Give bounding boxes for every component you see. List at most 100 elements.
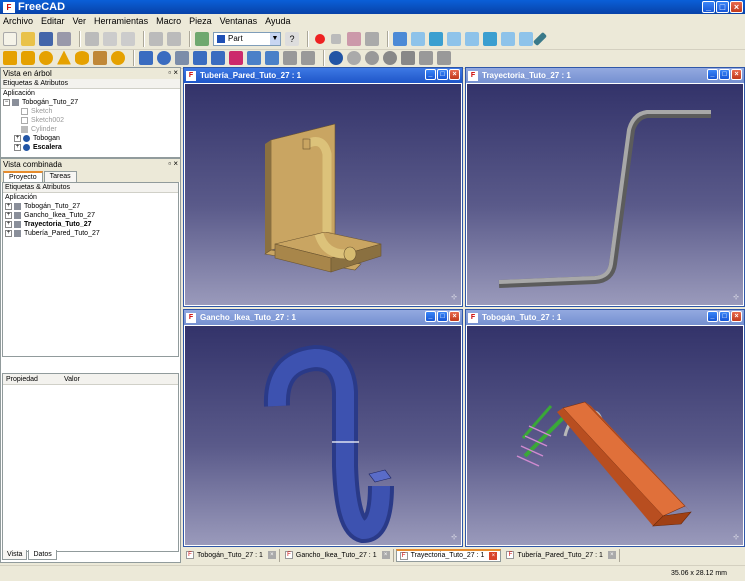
common-icon[interactable] — [383, 50, 397, 65]
3d-viewport[interactable]: ⊹ — [467, 84, 743, 305]
view-left-icon[interactable] — [519, 31, 533, 46]
minimize-button[interactable]: _ — [707, 69, 718, 80]
sweep-icon[interactable] — [265, 50, 279, 65]
maximize-button[interactable]: □ — [719, 69, 730, 80]
close-button[interactable]: × — [730, 1, 743, 13]
close-button[interactable]: × — [449, 69, 460, 80]
expand-icon[interactable]: + — [5, 212, 12, 219]
run-macro-icon[interactable] — [365, 31, 379, 46]
torus-icon[interactable] — [75, 50, 89, 65]
doc-tab-tuberia[interactable]: F Tubería_Pared_Tuto_27 : 1 × — [503, 548, 620, 562]
thickness-icon[interactable] — [301, 50, 315, 65]
expand-icon[interactable]: + — [14, 144, 21, 151]
maximize-button[interactable]: □ — [719, 311, 730, 322]
tree-doc-item[interactable]: − Tobogán_Tuto_27 — [3, 98, 180, 107]
loft-icon[interactable] — [247, 50, 261, 65]
close-button[interactable]: × — [731, 311, 742, 322]
measure-icon[interactable] — [532, 31, 548, 46]
close-button[interactable]: × — [731, 69, 742, 80]
whats-this-icon[interactable]: ? — [285, 31, 299, 46]
offset-icon[interactable] — [283, 50, 297, 65]
copy-icon[interactable] — [103, 31, 117, 46]
open-folder-icon[interactable] — [21, 31, 35, 46]
menu-ver[interactable]: Ver — [73, 16, 87, 26]
close-icon[interactable]: × — [267, 551, 276, 559]
dock-buttons[interactable]: ▫ × — [168, 68, 178, 77]
menu-ventanas[interactable]: Ventanas — [220, 16, 258, 26]
project-doc-item[interactable]: + Trayectoria_Tuto_27 — [5, 220, 178, 229]
tab-vista[interactable]: Vista — [2, 550, 28, 560]
save-icon[interactable] — [39, 31, 53, 46]
section-icon[interactable] — [401, 50, 415, 65]
cross-section-icon[interactable] — [229, 50, 243, 65]
menu-archivo[interactable]: Archivo — [3, 16, 33, 26]
view-top-icon[interactable] — [447, 31, 461, 46]
tree-item-sketch002[interactable]: Sketch002 — [3, 116, 180, 125]
menu-ayuda[interactable]: Ayuda — [265, 16, 290, 26]
revolve-icon[interactable] — [157, 50, 171, 65]
cut-boolean-icon[interactable] — [347, 50, 361, 65]
extrude-icon[interactable] — [139, 50, 153, 65]
splitter[interactable] — [1, 357, 180, 373]
project-doc-item[interactable]: + Gancho_Ikea_Tuto_27 — [5, 211, 178, 220]
fit-all-icon[interactable] — [393, 31, 407, 46]
menu-editar[interactable]: Editar — [41, 16, 65, 26]
fillet-icon[interactable] — [193, 50, 207, 65]
tree-item-cylinder[interactable]: Cylinder — [3, 125, 180, 134]
menu-herramientas[interactable]: Herramientas — [94, 16, 148, 26]
project-doc-item[interactable]: + Tobogán_Tuto_27 — [5, 202, 178, 211]
tab-datos[interactable]: Datos — [28, 550, 57, 560]
tab-proyecto[interactable]: Proyecto — [3, 171, 43, 182]
view-right-icon[interactable] — [465, 31, 479, 46]
refresh-icon[interactable] — [195, 31, 209, 46]
minimize-button[interactable]: _ — [425, 311, 436, 322]
tree-item-tobogan[interactable]: + Tobogan — [3, 134, 180, 143]
expand-icon[interactable]: + — [5, 221, 12, 228]
minimize-button[interactable]: _ — [425, 69, 436, 80]
dock-buttons[interactable]: ▫ × — [168, 159, 178, 168]
sphere-icon[interactable] — [39, 50, 53, 65]
box-icon[interactable] — [3, 50, 17, 65]
minimize-button[interactable]: _ — [707, 311, 718, 322]
3d-viewport[interactable]: ⊹ — [185, 84, 461, 305]
tree-item-escalera[interactable]: + Escalera — [3, 143, 180, 152]
fuse-icon[interactable] — [365, 50, 379, 65]
doc-tab-tobogan[interactable]: F Tobogán_Tuto_27 : 1 × — [183, 548, 280, 562]
stop-macro-icon[interactable] — [331, 33, 341, 44]
view-rear-icon[interactable] — [483, 31, 497, 46]
redo-icon[interactable] — [167, 31, 181, 46]
primitives-icon[interactable] — [93, 50, 107, 65]
close-icon[interactable]: × — [381, 551, 390, 559]
shape-builder-icon[interactable] — [111, 50, 125, 65]
expand-icon[interactable]: + — [5, 230, 12, 237]
compound-icon[interactable] — [437, 50, 451, 65]
edit-macro-icon[interactable] — [347, 31, 361, 46]
maximize-button[interactable]: □ — [437, 311, 448, 322]
maximize-button[interactable]: □ — [437, 69, 448, 80]
view-axonometric-icon[interactable] — [411, 31, 425, 46]
cone-icon[interactable] — [57, 50, 71, 65]
cylinder-icon[interactable] — [21, 50, 35, 65]
close-button[interactable]: × — [449, 311, 460, 322]
menu-pieza[interactable]: Pieza — [189, 16, 212, 26]
paste-icon[interactable] — [121, 31, 135, 46]
doc-tab-gancho[interactable]: F Gancho_Ikea_Tuto_27 : 1 × — [282, 548, 394, 562]
print-icon[interactable] — [57, 31, 71, 46]
cut-icon[interactable] — [85, 31, 99, 46]
new-file-icon[interactable] — [3, 31, 17, 46]
collapse-icon[interactable]: − — [3, 99, 10, 106]
doc-tab-trayectoria[interactable]: F Trayectoria_Tuto_27 : 1 × — [395, 548, 502, 562]
boolean-icon[interactable] — [329, 50, 343, 65]
3d-viewport[interactable]: ⊹ — [467, 326, 743, 545]
project-doc-item[interactable]: + Tubería_Pared_Tuto_27 — [5, 229, 178, 238]
undo-icon[interactable] — [149, 31, 163, 46]
record-macro-icon[interactable] — [315, 33, 325, 44]
view-front-icon[interactable] — [429, 31, 443, 46]
menu-macro[interactable]: Macro — [156, 16, 181, 26]
3d-viewport[interactable]: ⊹ — [185, 326, 461, 545]
mirror-icon[interactable] — [175, 50, 189, 65]
expand-icon[interactable]: + — [14, 135, 21, 142]
workbench-select[interactable]: Part ▼ — [213, 31, 281, 46]
close-icon[interactable]: × — [607, 551, 616, 559]
tree-item-sketch[interactable]: Sketch — [3, 107, 180, 116]
